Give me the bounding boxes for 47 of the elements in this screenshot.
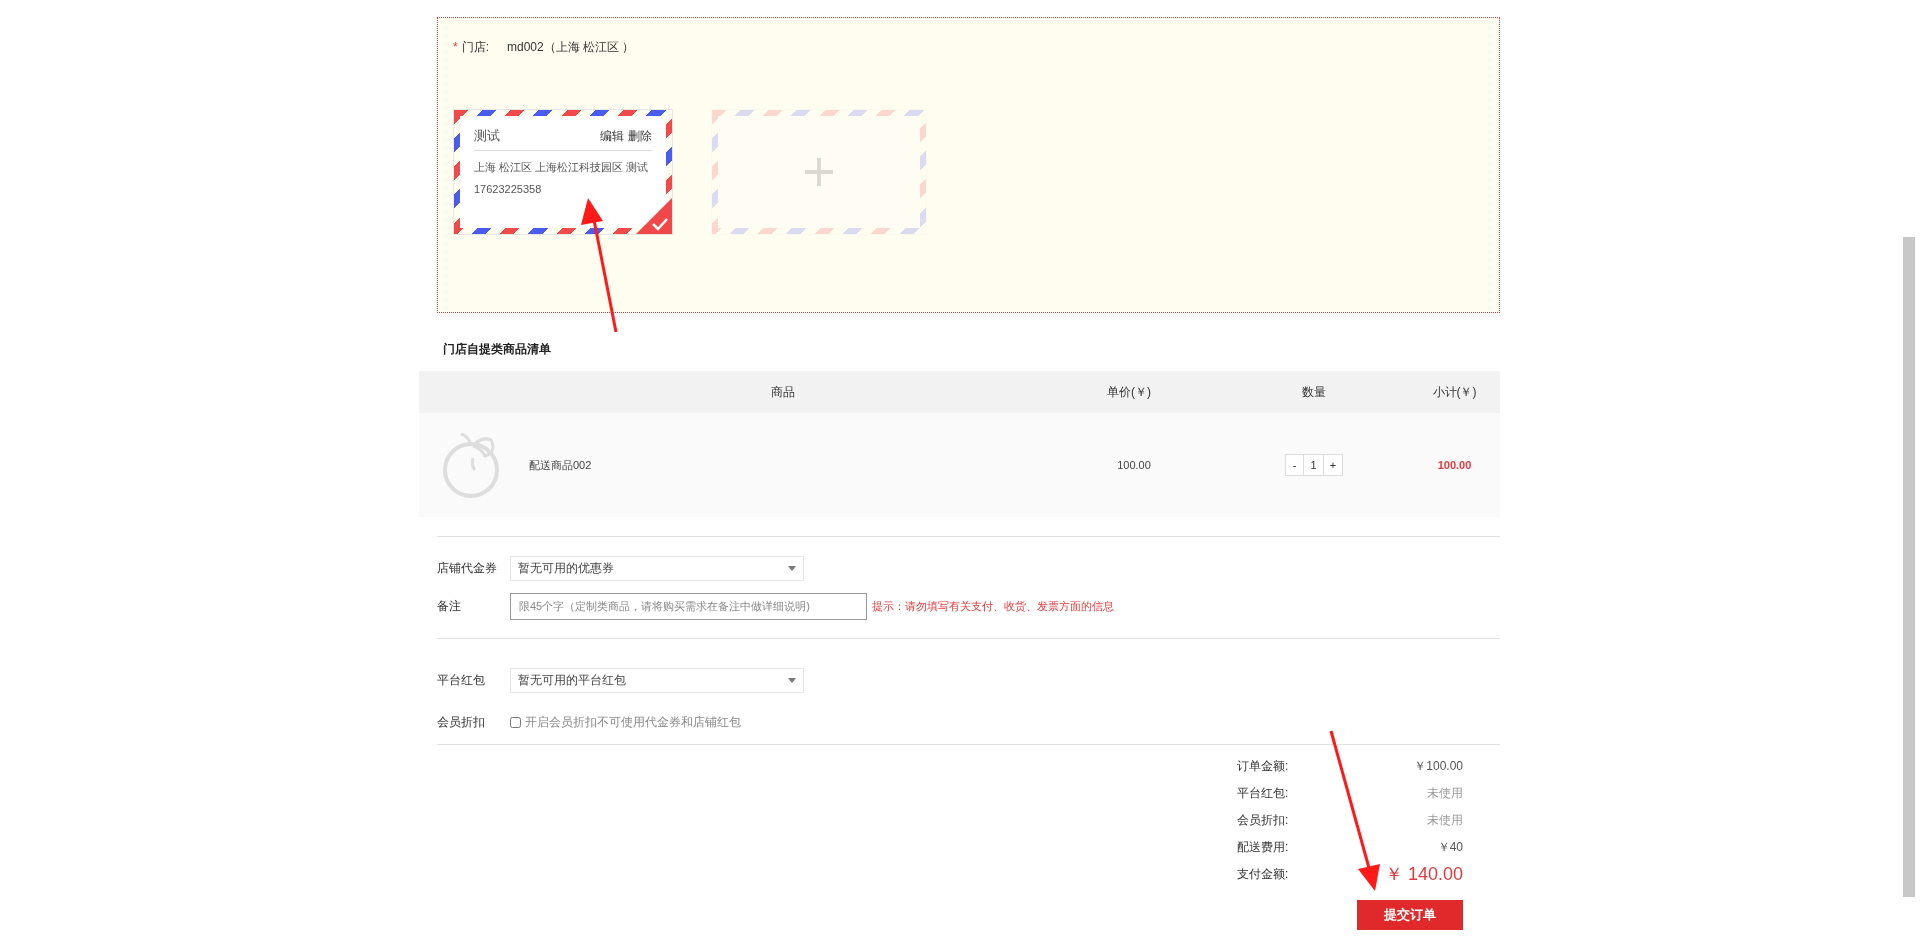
required-mark: *	[453, 39, 458, 56]
plus-icon	[805, 158, 833, 186]
checkbox-label: 开启会员折扣不可使用代金券和店铺红包	[525, 714, 741, 731]
dropdown-select[interactable]: 暂无可用的优惠券	[510, 555, 804, 581]
summary-value: 未使用	[1427, 785, 1463, 802]
address-card[interactable]: 测试 编辑 删除 上海 松江区 上海松江科技园区 测试 17623225358	[453, 109, 673, 235]
summary-label: 会员折扣:	[1237, 812, 1289, 829]
summary-value: 未使用	[1427, 812, 1463, 829]
summary-value: ￥100.00	[1414, 758, 1463, 775]
field-label: 会员折扣	[437, 714, 486, 731]
selected-check-icon	[636, 198, 672, 234]
remark-input[interactable]: 限45个字（定制类商品，请将购买需求在备注中做详细说明)	[510, 592, 867, 620]
summary-label: 订单金额:	[1237, 758, 1289, 775]
member-discount-checkbox[interactable]	[510, 716, 521, 728]
submit-order-button[interactable]: 提交订单	[1357, 900, 1463, 930]
summary-value: ￥40	[1437, 839, 1463, 856]
hint-text: 提示：请勿填写有关支付、收货、发票方面的信息	[872, 598, 1114, 614]
address-name: 测试	[474, 127, 500, 145]
column-header: 单价(￥)	[1106, 384, 1152, 401]
summary-label: 配送费用:	[1237, 839, 1289, 856]
column-header: 小计(￥)	[1431, 384, 1478, 401]
add-address-card[interactable]	[711, 109, 927, 235]
summary-label: 支付金额:	[1237, 866, 1289, 883]
dropdown-caret-icon	[788, 565, 796, 571]
address-text: 上海 松江区 上海松江科技园区 测试	[474, 159, 650, 175]
column-header: 数量	[1301, 384, 1327, 401]
increase-button[interactable]: +	[1324, 455, 1342, 475]
field-label: 备注	[437, 598, 462, 615]
summary-label: 平台红包:	[1237, 785, 1289, 802]
store-label: 门店:	[461, 39, 489, 56]
subtotal-price: 100.00	[1436, 457, 1473, 473]
scrollbar-thumb[interactable]	[1903, 237, 1915, 897]
store-value: md002（上海 松江区 ）	[507, 39, 635, 56]
address-action-link[interactable]: 编辑	[600, 126, 624, 145]
product-name: 配送商品002	[529, 457, 592, 473]
field-label: 平台红包	[437, 672, 486, 689]
field-label: 店铺代金券	[437, 560, 498, 577]
dropdown-caret-icon	[788, 677, 796, 683]
phone-number: 17623225358	[474, 182, 543, 197]
decrease-button[interactable]: -	[1286, 455, 1304, 475]
summary-value: ￥ 140.00	[1384, 862, 1463, 886]
section-title: 门店自提类商品清单	[443, 341, 552, 358]
quantity-value: 1	[1304, 455, 1324, 475]
unit-price: 100.00	[1116, 457, 1152, 473]
dropdown-select[interactable]: 暂无可用的平台红包	[510, 667, 804, 693]
address-action-link[interactable]: 删除	[628, 126, 652, 145]
column-header: 商品	[770, 384, 796, 401]
